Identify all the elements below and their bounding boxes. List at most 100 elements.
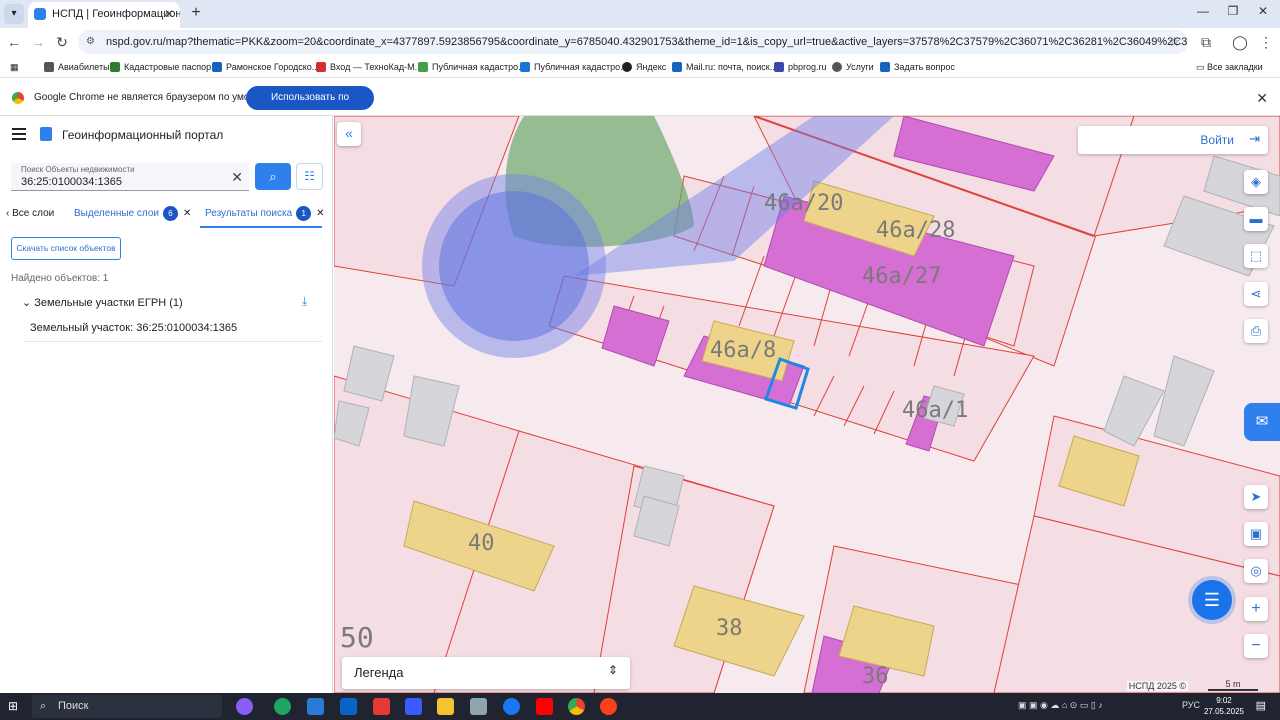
bookmark-item[interactable]: pbprog.ru	[774, 59, 827, 75]
tab-all-layers[interactable]: ‹ Все слои	[6, 208, 54, 219]
windows-start-icon[interactable]: ⊞	[8, 699, 22, 713]
bookmark-item[interactable]: Услуги	[832, 59, 874, 75]
yandex-icon[interactable]	[373, 698, 390, 715]
language-indicator[interactable]: РУС	[1182, 700, 1200, 710]
close-icon[interactable]: ✕	[316, 208, 324, 219]
bookmark-favicon-icon	[880, 62, 890, 72]
facebook-icon[interactable]	[503, 698, 520, 715]
outlook-icon[interactable]	[340, 698, 357, 715]
extensions-icon[interactable]: ⧉	[1196, 32, 1216, 52]
bookmark-item[interactable]: Задать вопрос	[880, 59, 955, 75]
forward-icon[interactable]: →	[28, 32, 48, 52]
chat-icon[interactable]: ☰	[1192, 580, 1232, 620]
tab-selected-layers[interactable]: Выделенные слои 6 ✕	[74, 206, 191, 221]
taskbar-search[interactable]: ⌕ Поиск	[32, 695, 222, 718]
tab-search-results[interactable]: Результаты поиска 1 ✕	[205, 206, 325, 221]
bookmark-item[interactable]: Рамонское Городско...	[212, 59, 319, 75]
found-count: Найдено объектов: 1	[11, 273, 109, 284]
map-canvas[interactable]: 46а/20 46а/28 46а/27 46а/8 46а/1 40 38 3…	[334, 116, 1280, 693]
active-tab-indicator	[200, 226, 322, 228]
clock[interactable]: 9:02 27.05.2025	[1204, 695, 1244, 717]
set-default-button[interactable]: Использовать по умолчанию	[246, 86, 374, 127]
zoom-in-button[interactable]: +	[1244, 597, 1268, 621]
chrome-icon[interactable]	[568, 698, 585, 715]
site-info-icon[interactable]: ⚙	[86, 36, 98, 48]
locate-icon[interactable]: ➤	[1244, 485, 1268, 509]
bookmark-item[interactable]: Кадастровые паспор...	[110, 59, 219, 75]
bookmark-favicon-icon	[110, 62, 120, 72]
portal-logo-icon	[40, 127, 52, 141]
feedback-icon[interactable]: ✉	[1244, 403, 1280, 441]
result-group-toggle[interactable]: ⌄ Земельные участки ЕГРН (1)	[22, 296, 183, 309]
address-bar[interactable]: ⚙ nspd.gov.ru/map?thematic=PKK&zoom=20&c…	[78, 30, 1188, 54]
map-label: 50	[340, 621, 374, 654]
tab-bar: ▾ НСПД | Геоинформационный по ✕ + — ❐ ✕	[0, 0, 1280, 28]
tray-icons[interactable]: ▣ ▣ ◉ ☁ ⌂ ⊙ ▭ ▯ ♪	[1018, 700, 1103, 711]
bookmark-item[interactable]: Авиабилеты	[44, 59, 110, 75]
bookmark-item[interactable]: Яндекс	[622, 59, 666, 75]
bookmark-favicon-icon	[316, 62, 326, 72]
collapse-sidebar-button[interactable]: «	[337, 122, 361, 146]
map-label: 46а/20	[764, 191, 844, 216]
sliders-icon: ☷	[304, 169, 315, 183]
clear-icon[interactable]: ✕	[231, 169, 243, 186]
map-label: 46а/28	[876, 218, 956, 243]
search-button[interactable]: ⌕	[255, 163, 291, 190]
app-icon[interactable]	[470, 698, 487, 715]
tab-search-button[interactable]: ▾	[4, 4, 24, 24]
notification-icon[interactable]: ▤	[1256, 699, 1266, 712]
yandex-browser-icon[interactable]	[600, 698, 617, 715]
app-icon[interactable]	[405, 698, 422, 715]
folder-icon: ▭	[1196, 62, 1208, 72]
back-icon[interactable]: ←	[4, 32, 24, 52]
bookmark-item[interactable]: Публичная кадастро...	[418, 59, 526, 75]
hamburger-menu-icon[interactable]	[12, 128, 26, 140]
browser-toolbar: ← → ↻ ⚙ nspd.gov.ru/map?thematic=PKK&zoo…	[0, 28, 1280, 56]
layers-icon[interactable]: ◈	[1244, 170, 1268, 194]
bookmark-item[interactable]: Вход — ТехноКад-М...	[316, 59, 422, 75]
close-window-button[interactable]: ✕	[1248, 4, 1278, 18]
menu-dots-icon[interactable]: ⋮	[1256, 32, 1276, 52]
close-icon[interactable]: ✕	[183, 208, 191, 219]
alice-icon[interactable]	[236, 698, 253, 715]
count-badge: 6	[163, 206, 178, 221]
select-area-icon[interactable]: ⬚	[1244, 244, 1268, 268]
login-button[interactable]: Войти ⇥	[1078, 126, 1268, 154]
search-input[interactable]: Поиск Объекты недвижимости 36:25:0100034…	[11, 163, 249, 191]
new-tab-button[interactable]: +	[186, 4, 206, 24]
bookmark-item[interactable]: Mail.ru: почта, поиск...	[672, 59, 777, 75]
building	[1153, 355, 1215, 447]
profile-icon[interactable]: ◯	[1230, 32, 1250, 52]
ie-icon[interactable]	[307, 698, 324, 715]
map-label: 40	[468, 531, 495, 556]
map-label: 46а/1	[902, 398, 969, 423]
all-bookmarks-button[interactable]: ▭ Все закладки	[1196, 59, 1263, 75]
filter-button[interactable]: ☷	[296, 163, 323, 190]
legend-panel[interactable]: Легенда ⇕	[342, 657, 630, 689]
print-icon[interactable]: ⎙	[1244, 319, 1268, 343]
edge-icon[interactable]	[274, 698, 291, 715]
share-icon[interactable]: ⋖	[1244, 282, 1268, 306]
ruler-icon[interactable]: ▬	[1244, 207, 1268, 231]
portal-title: Геоинформационный портал	[62, 128, 224, 142]
file-explorer-icon[interactable]	[437, 698, 454, 715]
youtube-icon[interactable]	[536, 698, 553, 715]
download-icon[interactable]: ⤓	[302, 294, 307, 309]
zoom-out-button[interactable]: −	[1244, 634, 1268, 658]
restore-button[interactable]: ❐	[1218, 4, 1248, 18]
expand-icon: ⇕	[607, 663, 618, 677]
list-item[interactable]: Земельный участок: 36:25:0100034:1365	[24, 316, 322, 342]
reload-icon[interactable]: ↻	[52, 32, 72, 52]
apps-grid-icon[interactable]: ▦	[10, 59, 19, 75]
bookmark-favicon-icon	[520, 62, 530, 72]
search-icon: ⌕	[40, 700, 47, 712]
geolocation-icon[interactable]: ◎	[1244, 559, 1268, 583]
minimize-button[interactable]: —	[1188, 4, 1218, 18]
close-icon[interactable]: ✕	[164, 2, 174, 26]
bookmark-star-icon[interactable]: ☆	[1168, 30, 1180, 54]
close-icon[interactable]: ✕	[1256, 90, 1268, 107]
picture-in-picture-icon[interactable]: ▣	[1244, 522, 1268, 546]
download-list-button[interactable]: Скачать список объектов	[11, 237, 121, 260]
bookmark-item[interactable]: Публичная кадастро...	[520, 59, 628, 75]
browser-tab[interactable]: НСПД | Геоинформационный по ✕	[28, 2, 180, 28]
